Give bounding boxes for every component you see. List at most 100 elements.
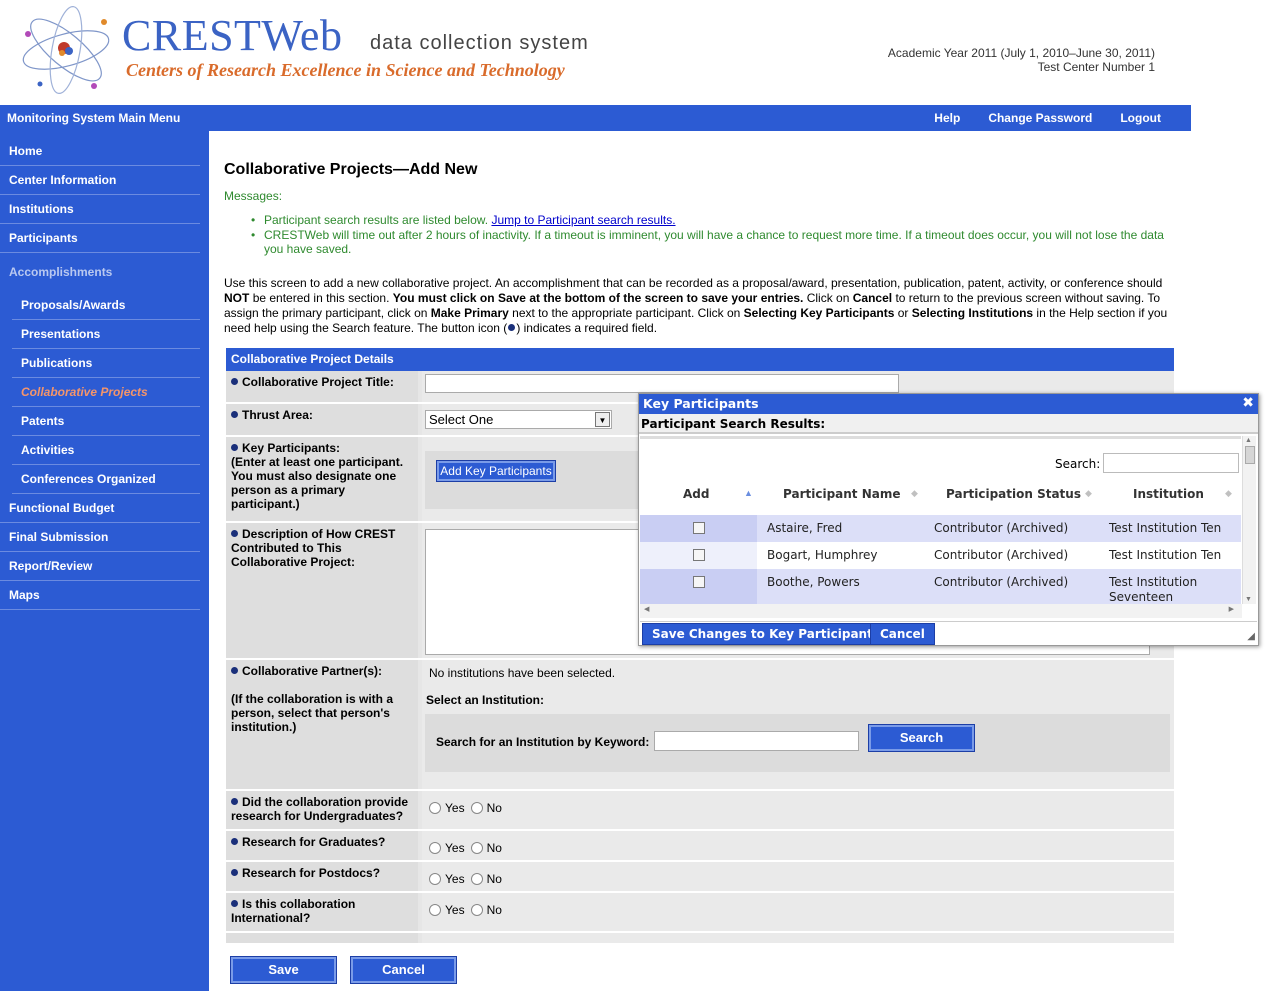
row-collaborative-partners: Collaborative Partner(s): (If the collabo… [226,660,1174,791]
dialog-vertical-scrollbar[interactable]: ▲ ▼ [1242,436,1256,604]
collaborative-project-details: Collaborative Project Details Collaborat… [226,348,1174,943]
cancel-button[interactable]: Cancel [350,956,457,984]
atom-logo-icon [22,6,110,94]
sidebar-item-publications[interactable]: Publications [12,349,200,378]
sidebar-item-functional-budget[interactable]: Functional Budget [0,494,200,523]
required-icon [231,838,238,845]
add-participant-checkbox[interactable] [693,576,705,588]
save-button[interactable]: Save [230,956,337,984]
add-participant-checkbox[interactable] [693,522,705,534]
intro-text: Use this screen to add a new collaborati… [224,276,1168,335]
site-header: CRESTWeb data collection system Centers … [0,0,1191,105]
required-icon [231,411,238,418]
logout-link[interactable]: Logout [1120,111,1161,125]
sidebar-item-center-information[interactable]: Center Information [0,166,200,195]
postdocs-no-radio[interactable] [470,873,483,885]
required-icon [508,324,516,331]
required-icon [231,798,238,805]
sidebar-item-maps[interactable]: Maps [0,581,200,610]
dialog-cancel-button[interactable]: Cancel [870,623,935,645]
logo-tagline: Centers of Research Excellence in Scienc… [126,60,565,80]
col-header-add[interactable]: Add [683,487,709,501]
logo-title: CRESTWeb [122,11,343,60]
sidebar-item-final-submission[interactable]: Final Submission [0,523,200,552]
required-icon [231,869,238,876]
required-icon [231,378,238,385]
row-graduates: Research for Graduates? Yes No [226,831,1174,862]
help-link[interactable]: Help [934,111,960,125]
message-list: Participant search results are listed be… [248,213,1184,257]
sidebar-item-home[interactable]: Home [0,137,200,166]
select-institution-label: Select an Institution: [426,693,545,707]
logo-subtitle: data collection system [370,32,589,54]
message-item: Participant search results are listed be… [248,213,1184,227]
required-icon [231,667,238,674]
message-item: CRESTWeb will time out after 2 hours of … [248,228,1184,256]
table-search-input[interactable] [1103,453,1239,473]
required-icon [231,900,238,907]
sort-icon[interactable]: ◆ [911,488,918,499]
top-menu-bar: Monitoring System Main Menu Help Change … [0,105,1191,131]
project-title-input[interactable] [425,374,899,393]
add-key-participants-button[interactable]: Add Key Participants [436,460,556,482]
graduates-no-radio[interactable] [470,842,483,854]
jump-to-results-link[interactable]: Jump to Participant search results. [491,213,675,227]
table-row: Boothe, Powers Contributor (Archived) Te… [640,569,1241,607]
page-title: Collaborative Projects—Add New [224,161,478,178]
dialog-title: Key Participants [643,396,759,411]
resize-handle-icon[interactable]: ◢ [1247,631,1255,642]
sidebar-item-report-review[interactable]: Report/Review [0,552,200,581]
participant-results-table: Search: Add ▲ Participant Name ◆ Partici… [640,436,1241,607]
table-search-label: Search: [1055,457,1101,471]
sidebar-item-collaborative-projects[interactable]: Collaborative Projects [12,378,200,407]
chevron-down-icon: ▼ [595,412,610,427]
dialog-footer: Save Changes to Key Participants Cancel [640,621,1257,645]
center-name: Test Center Number 1 [1037,60,1155,74]
no-institutions-text: No institutions have been selected. [429,666,616,680]
undergrad-no-radio[interactable] [470,802,483,814]
sidebar-item-institutions[interactable]: Institutions [0,195,200,224]
col-header-institution[interactable]: Institution [1133,487,1204,501]
institution-search-button[interactable]: Search [868,724,975,752]
sidebar-item-presentations[interactable]: Presentations [12,320,200,349]
table-row: Bogart, Humphrey Contributor (Archived) … [640,542,1241,569]
sidebar-nav: Home Center Information Institutions Par… [0,131,209,991]
col-header-participant-name[interactable]: Participant Name [783,487,901,501]
required-icon [231,444,238,451]
sidebar-section-accomplishments: Accomplishments [9,265,113,279]
col-header-participation-status[interactable]: Participation Status [946,487,1081,501]
dialog-subtitle: Participant Search Results: [639,414,1258,434]
main-menu-link[interactable]: Monitoring System Main Menu [7,111,180,125]
graduates-yes-radio[interactable] [429,842,441,854]
add-participant-checkbox[interactable] [693,549,705,561]
sort-asc-icon[interactable]: ▲ [744,488,753,498]
postdocs-yes-radio[interactable] [429,873,441,885]
institution-keyword-input[interactable] [654,731,859,751]
sort-icon[interactable]: ◆ [1085,488,1092,499]
save-key-participants-button[interactable]: Save Changes to Key Participants [642,623,890,645]
sidebar-item-participants[interactable]: Participants [0,224,200,253]
section-header: Collaborative Project Details [226,348,1174,371]
sidebar-item-activities[interactable]: Activities [12,436,200,465]
table-row: Astaire, Fred Contributor (Archived) Tes… [640,515,1241,542]
sidebar-item-proposals[interactable]: Proposals/Awards [12,291,200,320]
change-password-link[interactable]: Change Password [988,111,1092,125]
academic-year: Academic Year 2011 (July 1, 2010–June 30… [887,46,1155,60]
sidebar-item-patents[interactable]: Patents [12,407,200,436]
dialog-horizontal-scrollbar[interactable]: ◀ ▶ [640,604,1242,618]
sort-icon[interactable]: ◆ [1225,488,1232,499]
undergrad-yes-radio[interactable] [429,802,441,814]
keyword-search-label: Search for an Institution by Keyword: [436,735,650,749]
thrust-area-select[interactable]: Select One ▼ [425,410,612,429]
sidebar-item-conferences[interactable]: Conferences Organized [12,465,200,494]
messages-label: Messages: [224,189,283,203]
row-postdocs: Research for Postdocs? Yes No [226,862,1174,893]
dialog-title-bar[interactable]: Key Participants ✖ [639,394,1258,414]
academic-year-info: Academic Year 2011 (July 1, 2010–June 30… [888,46,1155,74]
close-icon[interactable]: ✖ [1242,395,1254,411]
international-no-radio[interactable] [470,904,483,916]
international-yes-radio[interactable] [429,904,441,916]
row-international: Is this collaboration International? Yes… [226,893,1174,933]
key-participants-dialog: Key Participants ✖ Participant Search Re… [638,393,1259,646]
required-icon [231,530,238,537]
